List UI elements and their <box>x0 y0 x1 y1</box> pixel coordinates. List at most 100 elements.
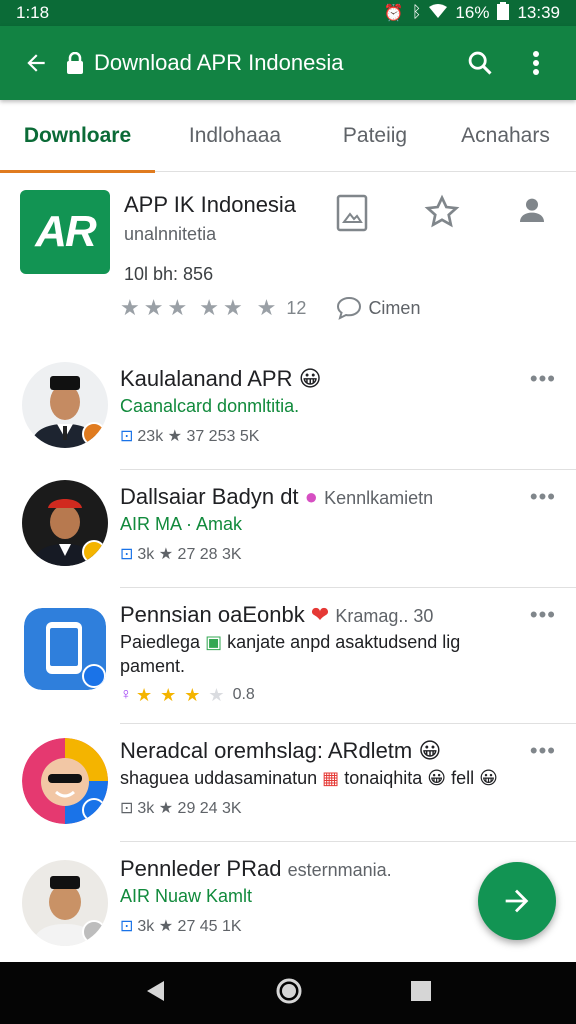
more-options-button[interactable]: ••• <box>530 484 556 510</box>
item-title: Kaulalanand APR 😀 <box>120 366 322 392</box>
heart-icon: ❤ <box>310 602 330 627</box>
download-icon: ⊡ <box>120 800 134 817</box>
item-meta-text: 3k ★ 27 45 1K <box>137 918 242 935</box>
nav-recents-button[interactable] <box>410 980 432 1007</box>
star-icon: ★ <box>143 295 164 320</box>
list-item[interactable]: Pennsian oaEonbk ❤ Kramag.. 30 Paiedlega… <box>24 588 576 724</box>
circle-home-icon <box>276 978 302 1003</box>
search-button[interactable] <box>452 39 508 87</box>
status-bar: 1:18 ⏰ ᛒ 16% 13:39 <box>0 0 576 26</box>
tab-indonesia[interactable]: Indlohaaa <box>155 100 315 172</box>
status-time-right: 13:39 <box>517 3 560 22</box>
alarm-icon: ⏰ <box>383 5 404 22</box>
app-developer[interactable]: unalnnitetia <box>124 224 216 245</box>
item-tag: Kennlkamietn <box>324 488 434 508</box>
item-title-text: Kaulalanand APR <box>120 366 293 391</box>
status-time-left: 1:18 <box>16 3 50 22</box>
item-subtitle-rest: kanjate anpd asaktudsend lig <box>227 632 461 652</box>
nav-home-button[interactable] <box>275 977 303 1010</box>
next-fab-button[interactable] <box>478 862 556 940</box>
triangle-back-icon <box>146 980 164 1001</box>
star-icon: ★ <box>167 295 188 320</box>
item-meta-text: 3k ★ 27 28 3K <box>137 546 242 563</box>
arrow-right-icon <box>505 889 529 913</box>
item-subtitle: AIR MA · Amak <box>120 514 243 534</box>
download-icon: ⊡ <box>120 918 134 935</box>
tab-downloads[interactable]: Downloare <box>0 100 155 173</box>
app-logo: AR <box>20 190 110 274</box>
person-icon <box>520 198 544 222</box>
star-icon: ★ <box>184 685 201 705</box>
item-subtitle-text: Paiedlega <box>120 632 201 652</box>
item-tag: esternmania. <box>287 860 392 880</box>
page-title: Download APR Indonesia <box>94 50 344 75</box>
back-button[interactable] <box>12 39 60 87</box>
emoji-icon: 😀 <box>479 768 498 788</box>
item-subtitle: shaguea uddasaminatun ▦ tonaiqhita 😀 fel… <box>120 768 498 789</box>
system-nav-bar <box>0 962 576 1024</box>
tab-bar: Downloare Indlohaaa Pateiig Acnahars <box>0 100 576 173</box>
item-meta: ⊡ 3k ★ 27 45 1K <box>120 916 242 936</box>
comments-button[interactable]: Cimen <box>336 296 420 320</box>
gift-icon: ▦ <box>322 768 340 788</box>
tab-ratings[interactable]: Pateiig <box>315 100 435 172</box>
avatar <box>22 480 108 566</box>
list-item[interactable]: Dallsaiar Badyn dt ● Kennlkamietn AIR MA… <box>22 470 576 588</box>
emoji-icon: ● <box>304 484 318 509</box>
list-item[interactable]: Kaulalanand APR 😀 Caanalcard donmltitia.… <box>22 352 576 470</box>
battery-icon <box>497 1 510 25</box>
item-subtitle-text: shaguea uddasaminatun <box>120 768 318 788</box>
more-options-button[interactable]: ••• <box>530 366 556 392</box>
lock-icon <box>62 52 88 74</box>
star-icon: ★ <box>120 295 140 320</box>
search-icon <box>468 51 492 75</box>
more-vert-icon <box>533 51 539 75</box>
item-title: Pennleder PRad esternmania. <box>120 856 392 882</box>
item-meta-text: 3k ★ 29 24 3K <box>137 800 242 817</box>
item-meta: ♀ ★ ★ ★ ★ 0.8 <box>120 684 255 706</box>
overflow-menu-button[interactable] <box>508 39 564 87</box>
comment-icon <box>337 296 362 320</box>
item-title: Neradcal oremhslag: ARdletm 😀 <box>120 738 441 764</box>
item-subtitle-line2: pament. <box>120 656 186 676</box>
item-tag: Kramag.. 30 <box>335 606 434 626</box>
app-size: 10l bh: 856 <box>124 264 214 284</box>
emoji-icon: 😀 <box>418 738 442 763</box>
app-header: AR APP IK Indonesia unalnnitetia 10l bh:… <box>0 172 576 342</box>
download-icon: ⊡ <box>120 428 134 445</box>
star-icon: ★ <box>199 295 219 320</box>
item-title-text: Pennsian oaEonbk <box>120 602 305 627</box>
app-bar: Download APR Indonesia <box>0 26 576 100</box>
star-icon: ★ <box>160 685 177 705</box>
more-options-button[interactable]: ••• <box>530 602 556 628</box>
item-subtitle: Caanalcard donmltitia. <box>120 396 300 416</box>
app-name: APP IK Indonesia <box>124 192 297 217</box>
item-subtitle-rest: tonaiqhita <box>344 768 423 788</box>
bookmark-button[interactable] <box>326 194 378 232</box>
item-title-text: Dallsaiar Badyn dt <box>120 484 299 509</box>
nav-back-button[interactable] <box>144 979 168 1008</box>
tab-accounts[interactable]: Acnahars <box>435 100 576 172</box>
review-list: Kaulalanand APR 😀 Caanalcard donmltitia.… <box>0 352 576 960</box>
bluetooth-icon: ᛒ <box>411 4 422 21</box>
battery-percent: 16% <box>455 3 490 22</box>
download-icon: ⊡ <box>120 546 134 563</box>
comments-label: Cimen <box>368 297 421 318</box>
emoji-icon: 😀 <box>298 366 322 391</box>
item-subtitle-end: fell <box>451 768 475 788</box>
item-subtitle: AIR Nuaw Kamlt <box>120 886 253 906</box>
star-icon: ★ <box>256 295 277 320</box>
star-icon: ★ <box>136 685 153 705</box>
item-title-text: Neradcal oremhslag: ARdletm <box>120 738 413 763</box>
emoji-icon: 😀 <box>427 768 447 788</box>
profile-button[interactable] <box>506 194 558 232</box>
item-meta: ⊡ 3k ★ 27 28 3K <box>120 544 242 564</box>
favorite-button[interactable] <box>416 194 468 232</box>
app-badge-icon: ▣ <box>205 632 223 652</box>
wifi-icon <box>429 3 448 23</box>
list-item[interactable]: Neradcal oremhslag: ARdletm 😀 shaguea ud… <box>22 724 576 842</box>
bookmark-icon <box>336 194 368 232</box>
more-options-button[interactable]: ••• <box>530 738 556 764</box>
square-recents-icon <box>411 980 432 1001</box>
arrow-left-icon <box>27 54 45 72</box>
